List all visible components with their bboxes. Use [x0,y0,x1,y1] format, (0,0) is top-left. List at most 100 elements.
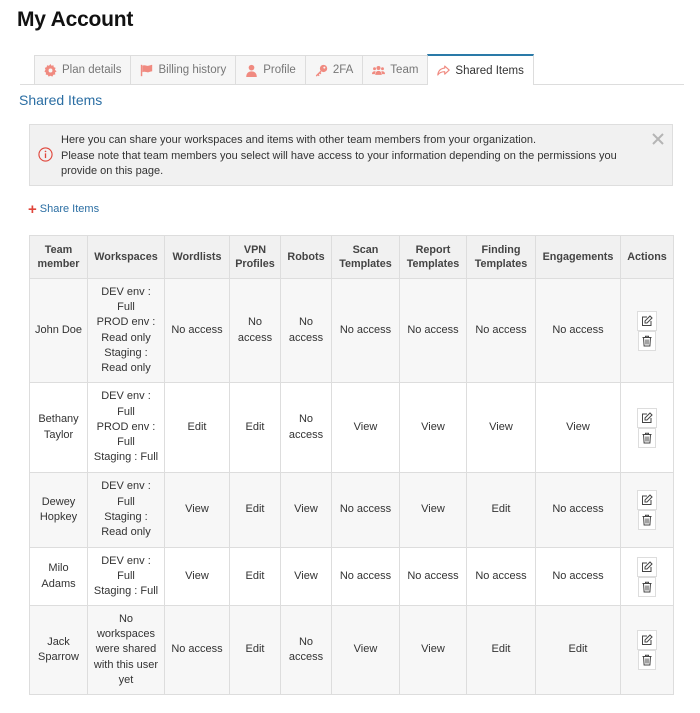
alert-line-1: Here you can share your workspaces and i… [61,134,537,146]
tab-profile[interactable]: Profile [235,55,306,84]
cell-member: Milo Adams [29,547,88,606]
edit-button[interactable] [637,490,657,510]
delete-button[interactable] [638,427,656,448]
cell-workspaces: No workspaces were shared with this user… [87,605,165,695]
trash-icon [642,654,652,666]
cell-scan-templates: No access [331,278,400,383]
cell-vpn-profiles: Edit [229,547,281,606]
cell-actions [620,278,674,383]
cell-member: Dewey Hopkey [29,472,88,548]
cell-report-templates: No access [399,547,467,606]
cell-member: Jack Sparrow [29,605,88,695]
header-team-member: Team member [29,235,88,279]
cell-vpn-profiles: Edit [229,382,281,473]
cell-engagements: No access [535,547,621,606]
cell-engagements: No access [535,472,621,548]
cell-member: Bethany Taylor [29,382,88,473]
delete-button[interactable] [638,576,656,597]
cell-report-templates: View [399,382,467,473]
cell-vpn-profiles: Edit [229,472,281,548]
table-header-row: Team member Workspaces Wordlists VPN Pro… [29,235,674,279]
close-icon[interactable] [652,133,664,145]
cell-wordlists: Edit [164,382,230,473]
header-scan-templates: Scan Templates [331,235,400,279]
workspace-permission: Staging : Read only [101,511,151,539]
cell-finding-templates: No access [466,547,536,606]
table-row: John Doe DEV env : Full PROD env : Read … [29,278,674,383]
trash-icon [642,514,652,526]
workspace-permission: DEV env : Full [101,554,151,582]
tab-label: 2FA [332,64,354,76]
workspace-permission: PROD env : Full [96,420,156,449]
cell-actions [620,605,674,695]
cell-vpn-profiles: No access [229,278,281,383]
workspace-permission: DEV env : Full [101,285,151,313]
cell-wordlists: View [164,547,230,606]
header-finding-templates: Finding Templates [466,235,536,279]
share-items-button[interactable]: + Share Items [28,202,99,217]
edit-icon [642,494,653,505]
header-wordlists: Wordlists [164,235,230,279]
trash-icon [642,432,652,443]
edit-button[interactable] [637,310,657,331]
cell-engagements: No access [535,278,621,383]
cell-workspaces: DEV env : Full Staging : Full [87,547,165,606]
cell-robots: No access [280,605,332,695]
cell-engagements: Edit [535,605,621,695]
cell-member: John Doe [29,278,88,383]
tab-plan-details[interactable]: Plan details [34,55,132,84]
cell-finding-templates: Edit [466,472,536,548]
header-actions: Actions [620,235,674,279]
header-engagements: Engagements [535,235,621,279]
cell-finding-templates: Edit [466,605,536,695]
header-vpn-profiles: VPN Profiles [229,235,281,279]
workspace-permission: No workspaces were shared with this user… [93,612,159,686]
key-icon [315,64,328,77]
cell-finding-templates: No access [466,278,536,383]
delete-button[interactable] [638,510,656,530]
cell-engagements: View [535,382,621,473]
cell-scan-templates: View [331,382,400,473]
cell-workspaces: DEV env : Full PROD env : Read only Stag… [87,278,165,383]
users-icon [372,65,386,75]
shared-items-table: Team member Workspaces Wordlists VPN Pro… [29,235,674,695]
share-icon [437,65,451,76]
header-workspaces: Workspaces [87,235,165,279]
user-icon [246,64,257,77]
tab-team[interactable]: Team [362,55,429,84]
table-row: Bethany Taylor DEV env : Full PROD env :… [29,382,674,473]
cell-workspaces: DEV env : Full PROD env : Full Staging :… [87,382,165,473]
cell-robots: View [280,472,332,548]
edit-button[interactable] [637,407,657,428]
cell-scan-templates: No access [331,547,400,606]
tab-billing-history[interactable]: Billing history [130,55,237,84]
tab-label: Shared Items [455,64,524,77]
tab-label: Team [390,64,419,76]
table-row: Dewey Hopkey DEV env : Full Staging : Re… [29,472,674,548]
delete-button[interactable] [638,650,656,670]
cell-report-templates: View [399,472,467,548]
cell-actions [620,472,674,548]
tab-label: Billing history [158,64,227,76]
edit-button[interactable] [637,630,657,650]
edit-icon [642,411,653,423]
cell-scan-templates: No access [331,472,400,548]
workspace-permission: DEV env : Full [101,390,151,418]
gear-icon [44,63,57,77]
cell-finding-templates: View [466,382,536,473]
tab-label: Plan details [62,64,122,76]
workspace-permission: PROD env : Read only [96,316,156,344]
delete-button[interactable] [638,330,656,351]
workspace-permission: Staging : Full [93,451,159,464]
edit-icon [642,560,653,572]
workspace-permission: Staging : Read only [101,346,151,375]
cell-report-templates: View [399,605,467,695]
edit-button[interactable] [637,556,657,577]
tab-shared-items[interactable]: Shared Items [427,54,534,85]
cell-robots: No access [280,278,332,383]
header-robots: Robots [280,235,332,279]
cell-report-templates: No access [399,278,467,383]
cell-wordlists: No access [164,605,230,695]
tab-2fa[interactable]: 2FA [304,55,364,84]
flag-icon [141,64,153,76]
